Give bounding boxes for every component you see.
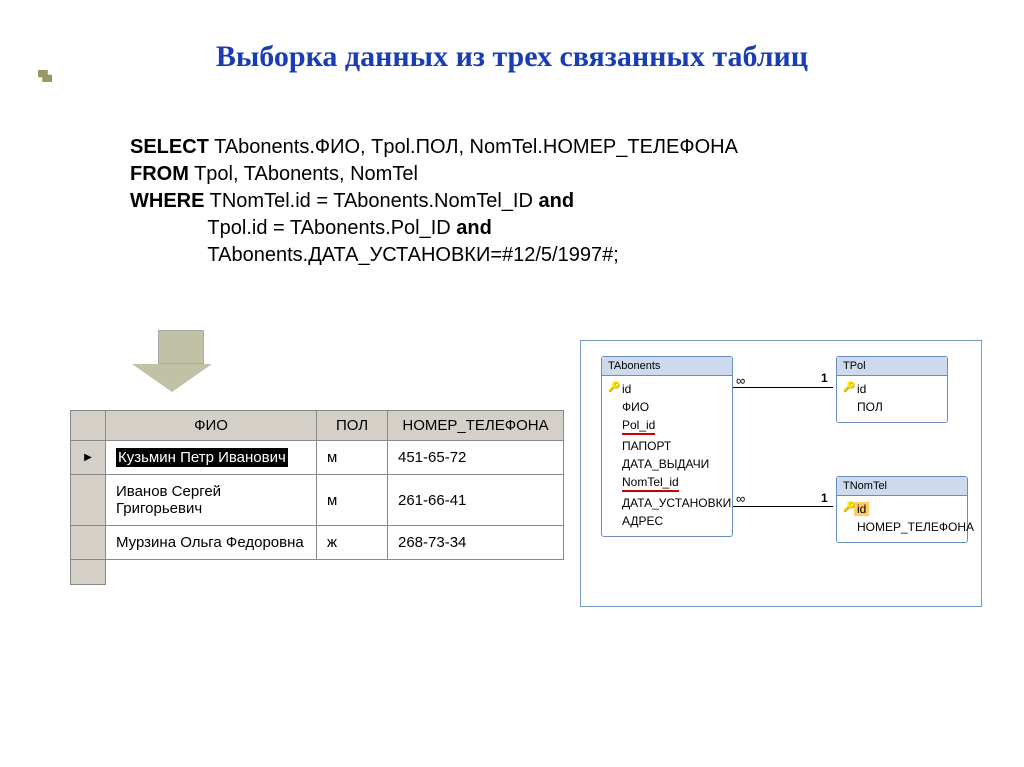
table-row-empty: [71, 560, 564, 585]
col-header-tel: НОМЕР_ТЕЛЕФОНА: [388, 411, 564, 441]
field-nomtelid: NomTel_id: [608, 473, 726, 494]
table-row: Иванов Сергей Григорьевич м 261-66-41: [71, 475, 564, 526]
kw-and-1: and: [539, 190, 575, 212]
tpol-box: TPol id ПОЛ: [836, 356, 948, 423]
kw-select: SELECT: [130, 136, 209, 158]
cell-pol: ж: [317, 526, 388, 560]
kw-and-2: and: [456, 217, 492, 239]
tabonents-box: TAbonents id ФИО Pol_id ПАПОРТ ДАТА_ВЫДА…: [601, 356, 733, 537]
relation-line-2c: [783, 506, 833, 507]
table-row: Мурзина Ольга Федоровна ж 268-73-34: [71, 526, 564, 560]
relation-line-1: [733, 387, 833, 388]
sql-code-block: SELECT TAbonents.ФИО, Tpol.ПОЛ, NomTel.Н…: [130, 134, 1024, 269]
field-pol: ПОЛ: [843, 398, 941, 416]
col-header-fio: ФИО: [106, 411, 317, 441]
tnomtel-title: TNomTel: [837, 477, 967, 496]
field-fio: ФИО: [608, 398, 726, 416]
cell-tel: 268-73-34: [388, 526, 564, 560]
rel-one-2: 1: [821, 491, 828, 505]
cell-fio: Иванов Сергей Григорьевич: [106, 475, 317, 526]
slide-title: Выборка данных из трех связанных таблиц: [0, 0, 1024, 94]
field-phone: НОМЕР_ТЕЛЕФОНА: [843, 518, 961, 536]
field-id: id: [608, 380, 726, 398]
row-pointer: [71, 441, 106, 475]
field-id: id: [843, 380, 941, 398]
cell-pol: м: [317, 441, 388, 475]
tpol-title: TPol: [837, 357, 947, 376]
table-header-row: ФИО ПОЛ НОМЕР_ТЕЛЕФОНА: [71, 411, 564, 441]
table-row: Кузьмин Петр Иванович м 451-65-72: [71, 441, 564, 475]
field-id: id: [843, 500, 961, 518]
row-header: [71, 526, 106, 560]
from-tables: Tpol, TAbonents, NomTel: [189, 163, 418, 185]
tabonents-title: TAbonents: [602, 357, 732, 376]
cell-tel: 261-66-41: [388, 475, 564, 526]
row-header: [71, 560, 106, 585]
row-header: [71, 475, 106, 526]
rel-one-1: 1: [821, 371, 828, 385]
col-header-pol: ПОЛ: [317, 411, 388, 441]
tnomtel-box: TNomTel id НОМЕР_ТЕЛЕФОНА: [836, 476, 968, 543]
field-polid: Pol_id: [608, 416, 726, 437]
field-date-install: ДАТА_УСТАНОВКИ: [608, 494, 726, 512]
kw-from: FROM: [130, 163, 189, 185]
kw-where: WHERE: [130, 190, 204, 212]
field-passport: ПАПОРТ: [608, 437, 726, 455]
field-date-issue: ДАТА_ВЫДАЧИ: [608, 455, 726, 473]
corner-cell: [71, 411, 106, 441]
cell-tel: 451-65-72: [388, 441, 564, 475]
where-clause-1: TNomTel.id = TAbonents.NomTel_ID: [204, 190, 538, 212]
arrow-down-icon: [150, 330, 212, 392]
where-clause-3: TAbonents.ДАТА_УСТАНОВКИ=#12/5/1997#;: [130, 244, 619, 266]
select-fields: TAbonents.ФИО, Tpol.ПОЛ, NomTel.НОМЕР_ТЕ…: [209, 136, 738, 158]
where-clause-2: Tpol.id = TAbonents.Pol_ID: [130, 217, 456, 239]
cell-fio: Кузьмин Петр Иванович: [106, 441, 317, 475]
relations-diagram: TAbonents id ФИО Pol_id ПАПОРТ ДАТА_ВЫДА…: [580, 340, 982, 607]
rel-infinity-2: ∞: [736, 491, 745, 506]
rel-infinity-1: ∞: [736, 373, 745, 388]
field-address: АДРЕС: [608, 512, 726, 530]
cell-pol: м: [317, 475, 388, 526]
relation-line-2a: [733, 506, 783, 507]
result-table: ФИО ПОЛ НОМЕР_ТЕЛЕФОНА Кузьмин Петр Иван…: [70, 410, 564, 585]
cell-fio: Мурзина Ольга Федоровна: [106, 526, 317, 560]
